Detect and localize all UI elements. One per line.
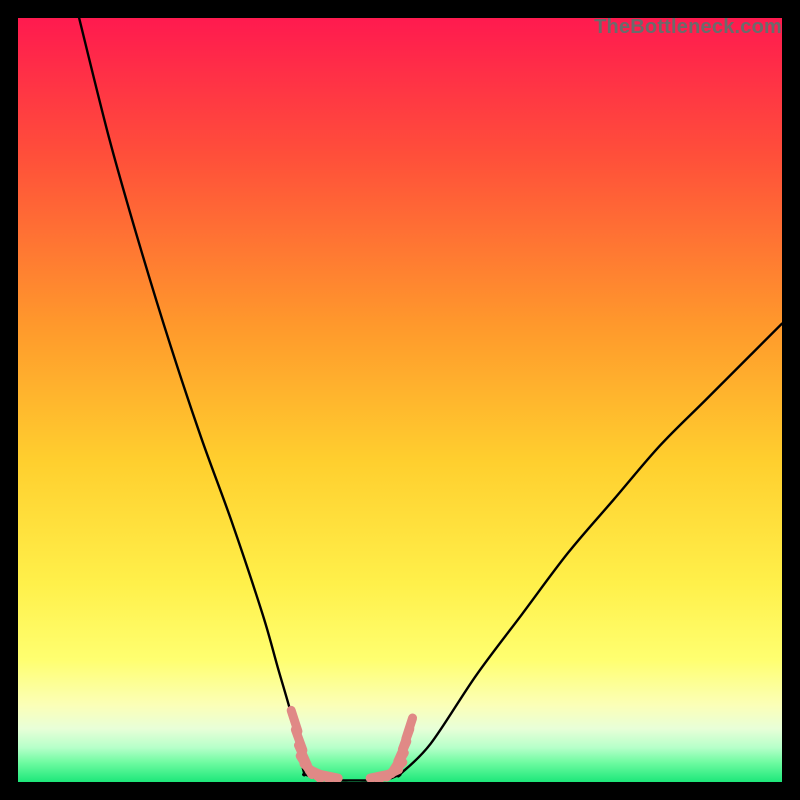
watermark-text: TheBottleneck.com bbox=[594, 16, 782, 39]
bottleneck-curve-layer bbox=[18, 18, 782, 782]
bottleneck-curve bbox=[79, 18, 782, 780]
trough-ticks-left bbox=[291, 710, 338, 779]
chart-frame: TheBottleneck.com bbox=[18, 18, 782, 782]
trough-tick bbox=[317, 774, 339, 779]
